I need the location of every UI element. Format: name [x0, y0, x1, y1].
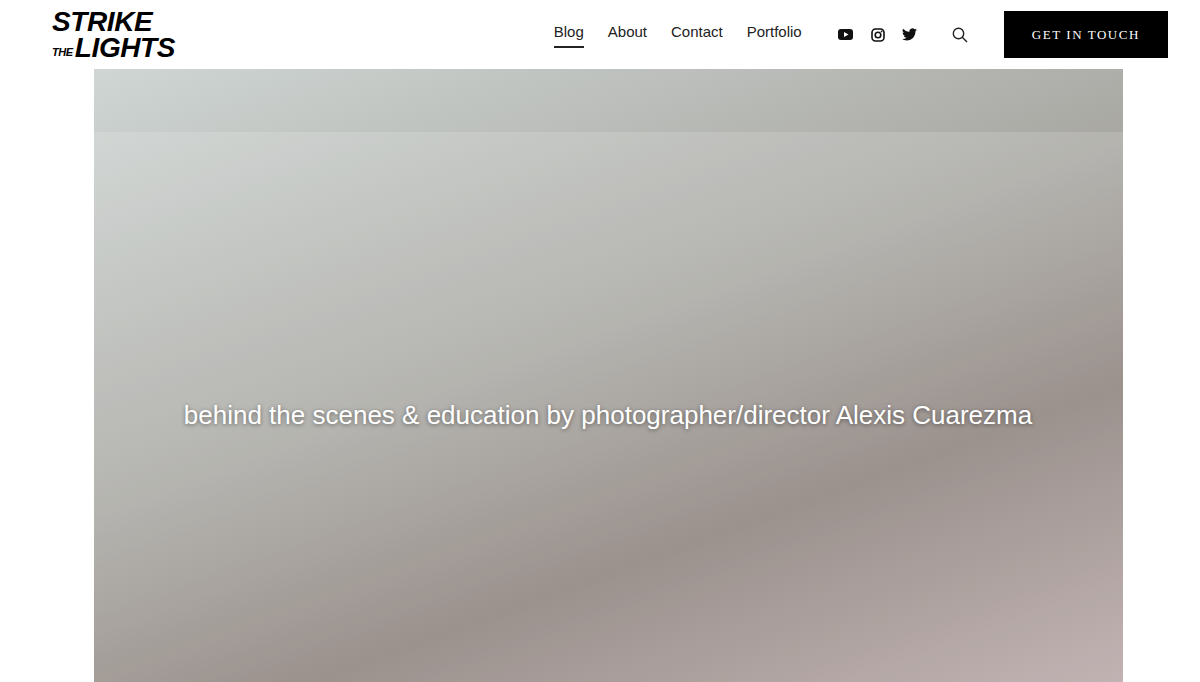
search-icon[interactable]	[950, 25, 970, 45]
youtube-icon[interactable]	[836, 25, 856, 45]
get-in-touch-button[interactable]: GET IN TOUCH	[1004, 11, 1168, 58]
site-logo[interactable]: STRIKETHELIGHTS	[52, 9, 175, 61]
hero: behind the scenes & education by photogr…	[0, 69, 1200, 682]
twitter-icon[interactable]	[900, 25, 920, 45]
hero-overlay: behind the scenes & education by photogr…	[48, 132, 1168, 682]
site-header: STRIKETHELIGHTS Blog About Contact Portfolio…	[0, 0, 1200, 69]
nav-link[interactable]: About	[608, 21, 647, 49]
instagram-icon[interactable]	[868, 25, 888, 45]
hero-caption: behind the scenes & education by photogr…	[184, 396, 1032, 435]
social-links	[836, 25, 920, 45]
nav-link[interactable]: Portfolio	[747, 21, 802, 49]
main-nav: Blog About Contact Portfolio	[554, 21, 802, 49]
nav-link[interactable]: Contact	[671, 21, 723, 49]
nav-link[interactable]: Blog	[554, 21, 584, 49]
